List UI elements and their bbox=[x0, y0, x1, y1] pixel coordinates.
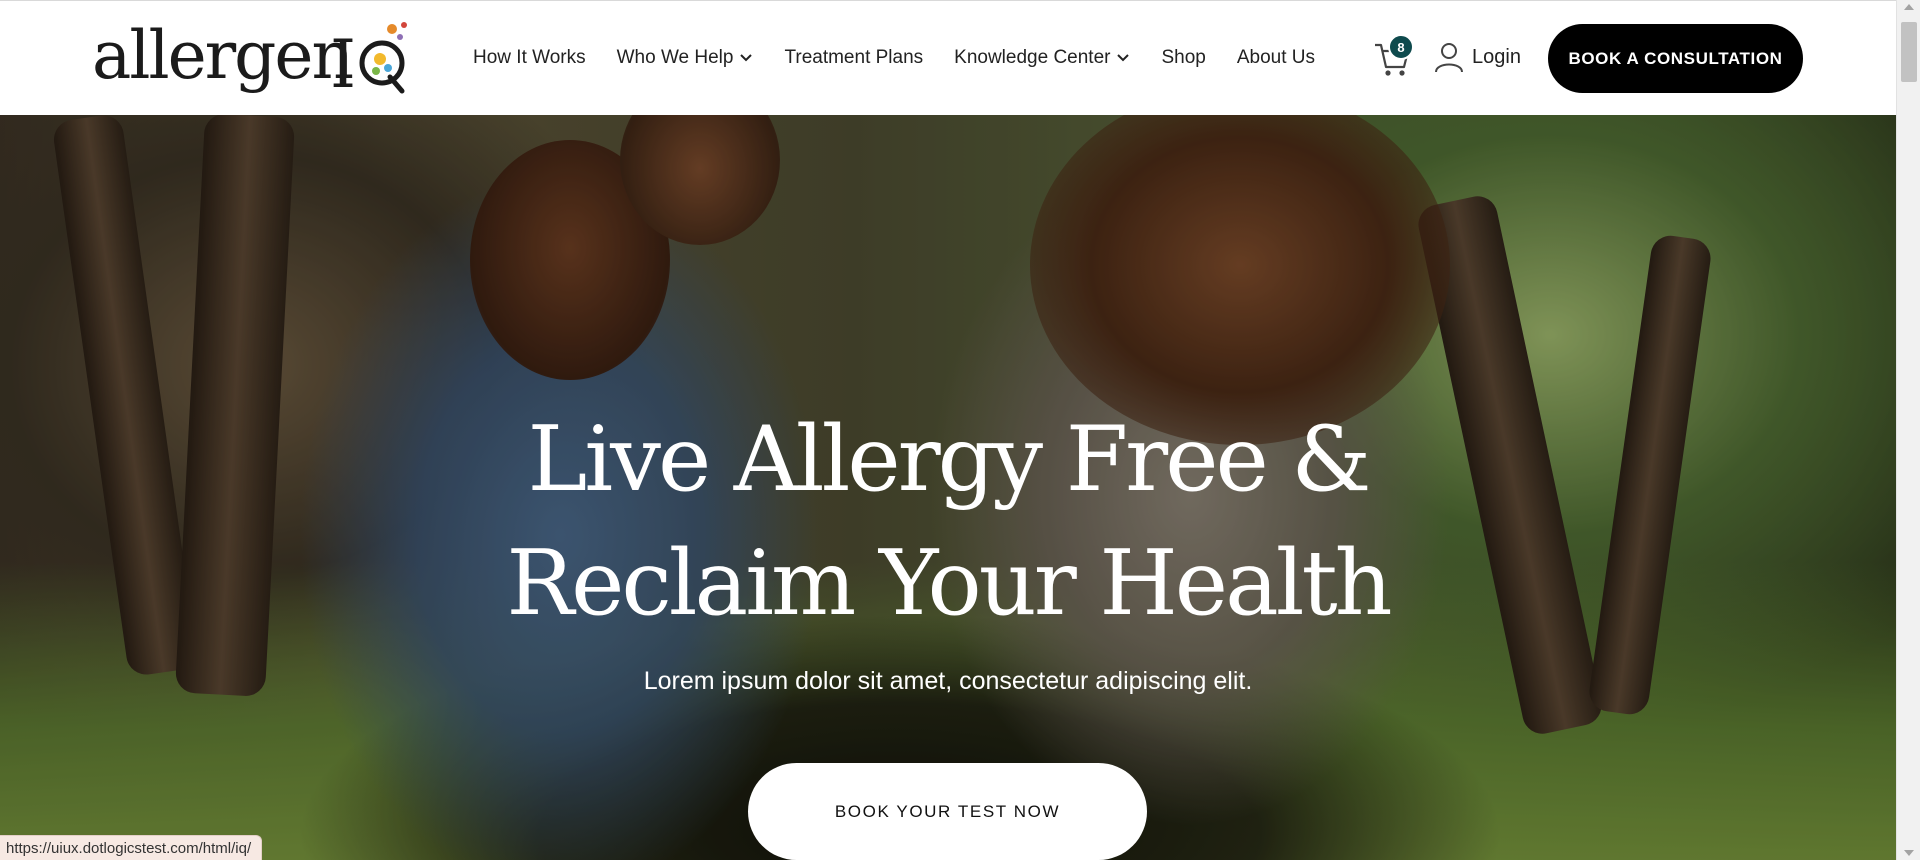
nav-how-it-works[interactable]: How It Works bbox=[473, 47, 586, 69]
logo-wordmark: allergen bbox=[92, 17, 354, 94]
nav-label: How It Works bbox=[473, 47, 586, 68]
nav-label: Who We Help bbox=[616, 47, 734, 68]
hero-subtitle: Lorem ipsum dolor sit amet, consectetur … bbox=[643, 667, 1253, 695]
nav-shop[interactable]: Shop bbox=[1161, 47, 1205, 69]
hero-headline-line-2: Reclaim Your Health bbox=[506, 531, 1392, 636]
nav-label: Shop bbox=[1161, 47, 1206, 68]
login-link[interactable]: Login bbox=[1434, 41, 1521, 73]
nav-label: About Us bbox=[1236, 47, 1316, 68]
nav-about-us[interactable]: About Us bbox=[1237, 47, 1315, 69]
logo-iq-mark: I bbox=[330, 22, 407, 101]
vertical-scrollbar[interactable] bbox=[1896, 0, 1920, 860]
main-nav: How It Works Who We Help Treatment Plans… bbox=[473, 1, 1346, 115]
cart-count-badge: 8 bbox=[1388, 34, 1414, 60]
chevron-down-icon bbox=[740, 54, 753, 62]
scroll-down-arrow-icon[interactable] bbox=[1904, 850, 1914, 856]
nav-label: Knowledge Center bbox=[954, 47, 1111, 68]
nav-label: Treatment Plans bbox=[784, 47, 924, 68]
chevron-down-icon bbox=[1117, 54, 1130, 62]
site-header: allergen I How It Works Who We Help Trea… bbox=[0, 1, 1896, 115]
status-bar-url: https://uiux.dotlogicstest.com/html/iq/ bbox=[0, 835, 263, 860]
svg-text:I: I bbox=[330, 26, 356, 101]
login-label: Login bbox=[1472, 45, 1521, 68]
hero-section: Live Allergy Free & Reclaim Your Health … bbox=[0, 115, 1896, 860]
book-consultation-button[interactable]: BOOK A CONSULTATION bbox=[1548, 24, 1803, 93]
hero-headline: Live Allergy Free & Reclaim Your Health bbox=[0, 398, 1896, 646]
nav-knowledge-center[interactable]: Knowledge Center bbox=[954, 47, 1130, 69]
nav-who-we-help[interactable]: Who We Help bbox=[617, 47, 754, 69]
hero-headline-line-1: Live Allergy Free & bbox=[527, 407, 1372, 512]
user-icon bbox=[1435, 43, 1463, 73]
brand-logo[interactable]: allergen I bbox=[90, 9, 410, 109]
book-test-button[interactable]: BOOK YOUR TEST NOW bbox=[748, 763, 1147, 860]
scrollbar-thumb[interactable] bbox=[1901, 22, 1917, 82]
nav-treatment-plans[interactable]: Treatment Plans bbox=[784, 47, 923, 69]
scroll-up-arrow-icon[interactable] bbox=[1904, 4, 1914, 10]
